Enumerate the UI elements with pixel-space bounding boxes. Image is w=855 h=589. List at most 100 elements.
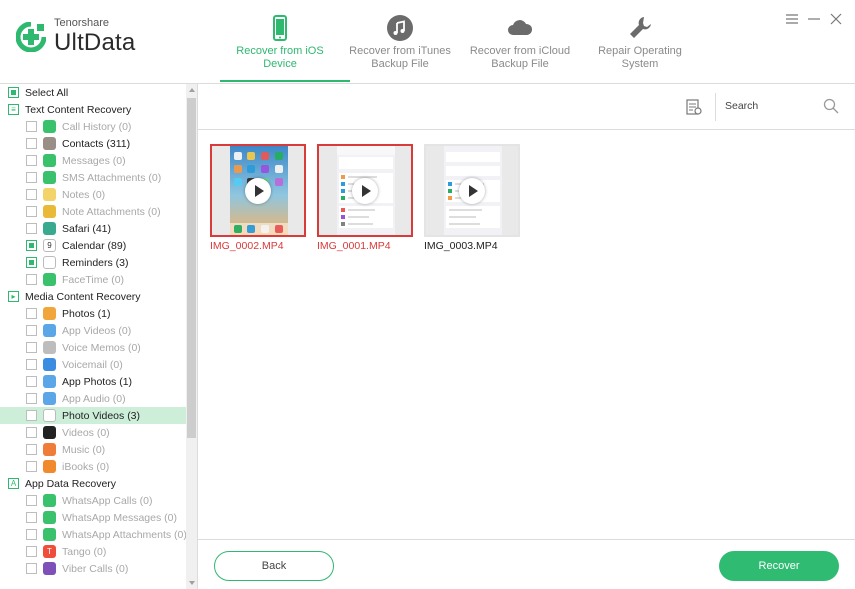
- item-checkbox[interactable]: [26, 121, 37, 132]
- content-toolbar: [198, 84, 855, 130]
- item-checkbox[interactable]: [26, 512, 37, 523]
- item-checkbox[interactable]: [26, 376, 37, 387]
- category-label: App Data Recovery: [25, 477, 117, 490]
- sidebar-item-label: Messages (0): [62, 154, 126, 167]
- sidebar-item[interactable]: Voice Memos (0): [0, 339, 197, 356]
- tab-recover-ios-device[interactable]: Recover from iOS Device: [220, 0, 350, 84]
- video-thumbnail[interactable]: IMG_0002.MP4: [210, 144, 306, 252]
- sidebar-item[interactable]: App Photos (1): [0, 373, 197, 390]
- tab-recover-itunes-backup[interactable]: Recover from iTunes Backup File: [340, 0, 460, 84]
- sidebar-item[interactable]: WhatsApp Attachments (0): [0, 526, 197, 543]
- scroll-down-arrow[interactable]: [189, 581, 195, 585]
- recover-button[interactable]: Recover: [719, 551, 839, 581]
- item-checkbox[interactable]: [26, 393, 37, 404]
- sidebar-item[interactable]: Note Attachments (0): [0, 203, 197, 220]
- sidebar-item[interactable]: SMS Attachments (0): [0, 169, 197, 186]
- app-category-icon: A: [8, 478, 19, 489]
- menu-icon[interactable]: [785, 12, 799, 26]
- sidebar-item[interactable]: Safari (41): [0, 220, 197, 237]
- export-list-icon[interactable]: [685, 98, 703, 116]
- sidebar-item[interactable]: Music (0): [0, 441, 197, 458]
- search-input[interactable]: [725, 96, 825, 116]
- sidebar-item[interactable]: Photo Videos (3): [0, 407, 187, 424]
- sidebar-item[interactable]: Voicemail (0): [0, 356, 197, 373]
- sidebar-item[interactable]: Contacts (311): [0, 135, 197, 152]
- close-icon[interactable]: [829, 12, 843, 26]
- tab-recover-icloud-backup[interactable]: Recover from iCloud Backup File: [460, 0, 580, 84]
- sidebar-item[interactable]: Reminders (3): [0, 254, 197, 271]
- file-gallery: IMG_0002.MP4 IMG_0001.MP4 IMG_0003.MP4: [198, 131, 855, 539]
- sidebar-item[interactable]: WhatsApp Calls (0): [0, 492, 197, 509]
- sidebar-scrollbar[interactable]: [186, 84, 197, 589]
- item-checkbox[interactable]: [26, 206, 37, 217]
- sidebar-item[interactable]: WhatsApp Messages (0): [0, 509, 197, 526]
- sidebar-item[interactable]: Messages (0): [0, 152, 197, 169]
- scroll-up-arrow[interactable]: [189, 88, 195, 92]
- item-checkbox[interactable]: [26, 410, 37, 421]
- sidebar-item[interactable]: iBooks (0): [0, 458, 197, 475]
- sidebar-item-label: App Photos (1): [62, 375, 133, 388]
- item-checkbox[interactable]: [26, 359, 37, 370]
- select-all-row[interactable]: Select All: [0, 84, 197, 101]
- sidebar-item[interactable]: T Tango (0): [0, 543, 197, 560]
- item-checkbox[interactable]: [26, 563, 37, 574]
- scroll-thumb[interactable]: [187, 98, 196, 438]
- item-checkbox[interactable]: [26, 138, 37, 149]
- thumbnail-preview[interactable]: [424, 144, 520, 237]
- tango-icon: T: [43, 545, 56, 558]
- thumbnail-preview[interactable]: [210, 144, 306, 237]
- sidebar-item[interactable]: 9 Calendar (89): [0, 237, 197, 254]
- sidebar-item[interactable]: Call History (0): [0, 118, 197, 135]
- cloud-icon: [506, 14, 534, 42]
- sidebar-item[interactable]: FaceTime (0): [0, 271, 197, 288]
- item-checkbox[interactable]: [26, 257, 37, 268]
- item-checkbox[interactable]: [26, 495, 37, 506]
- item-checkbox[interactable]: [26, 461, 37, 472]
- sidebar-item-label: Contacts (311): [62, 137, 131, 150]
- sidebar-item-label: Videos (0): [62, 426, 110, 439]
- sidebar-item[interactable]: Notes (0): [0, 186, 197, 203]
- item-checkbox[interactable]: [26, 274, 37, 285]
- back-button[interactable]: Back: [214, 551, 334, 581]
- item-checkbox[interactable]: [26, 546, 37, 557]
- search-icon[interactable]: [823, 98, 839, 114]
- item-checkbox[interactable]: [26, 308, 37, 319]
- mode-tabs: Recover from iOS Device Recover from iTu…: [220, 0, 700, 84]
- item-checkbox[interactable]: [26, 189, 37, 200]
- item-checkbox[interactable]: [26, 172, 37, 183]
- sidebar-item-label: FaceTime (0): [62, 273, 125, 286]
- calendar-icon: 9: [43, 239, 56, 252]
- item-checkbox[interactable]: [26, 529, 37, 540]
- category-tree: Select All ≡ Text Content Recovery Call …: [0, 84, 198, 589]
- sidebar-item[interactable]: Videos (0): [0, 424, 197, 441]
- play-icon[interactable]: [352, 177, 378, 204]
- item-checkbox[interactable]: [26, 342, 37, 353]
- wrench-icon: [626, 14, 654, 42]
- sidebar-item[interactable]: Viber Calls (0): [0, 560, 197, 577]
- sidebar-item[interactable]: App Videos (0): [0, 322, 197, 339]
- thumbnail-preview[interactable]: [317, 144, 413, 237]
- sidebar-item-label: App Videos (0): [62, 324, 132, 337]
- sidebar-item-label: Reminders (3): [62, 256, 129, 269]
- voice-memos-icon: [43, 341, 56, 354]
- play-icon[interactable]: [459, 177, 485, 204]
- video-thumbnail[interactable]: IMG_0001.MP4: [317, 144, 413, 252]
- category-media-content[interactable]: ▸ Media Content Recovery: [0, 288, 197, 305]
- item-checkbox[interactable]: [26, 223, 37, 234]
- phone-call-icon: [43, 120, 56, 133]
- sidebar-item[interactable]: Photos (1): [0, 305, 197, 322]
- play-icon[interactable]: [245, 177, 271, 204]
- select-all-checkbox[interactable]: [8, 87, 19, 98]
- sidebar-item[interactable]: App Audio (0): [0, 390, 197, 407]
- category-app-data[interactable]: A App Data Recovery: [0, 475, 197, 492]
- category-text-content[interactable]: ≡ Text Content Recovery: [0, 101, 197, 118]
- item-checkbox[interactable]: [26, 325, 37, 336]
- item-checkbox[interactable]: [26, 427, 37, 438]
- minimize-icon[interactable]: [807, 12, 821, 26]
- item-checkbox[interactable]: [26, 155, 37, 166]
- tab-repair-operating-system[interactable]: Repair Operating System: [580, 0, 700, 84]
- whatsapp-attachments-icon: [43, 528, 56, 541]
- video-thumbnail[interactable]: IMG_0003.MP4: [424, 144, 520, 252]
- item-checkbox[interactable]: [26, 444, 37, 455]
- item-checkbox[interactable]: [26, 240, 37, 251]
